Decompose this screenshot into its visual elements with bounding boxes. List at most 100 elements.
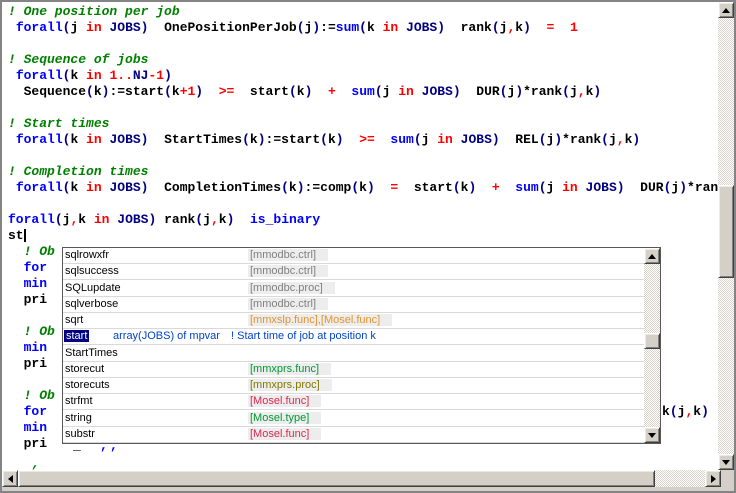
scroll-down-button[interactable] (718, 454, 734, 470)
autocomplete-item[interactable]: sqlrowxfr[mmodbc.ctrl] (63, 248, 644, 264)
autocomplete-item-label: sqrt (65, 314, 83, 326)
autocomplete-scrollbar[interactable] (644, 248, 660, 443)
left-arrow-icon (8, 475, 13, 483)
code-token: k (250, 132, 258, 147)
code-token: in (398, 84, 414, 99)
code-token: , (211, 212, 219, 227)
autocomplete-item[interactable]: strfmt[Mosel.func] (63, 394, 644, 410)
code-token: :=start (266, 132, 321, 147)
autocomplete-item[interactable]: SQLupdate[mmodbc.proc] (63, 281, 644, 297)
code-token: pri (8, 436, 47, 451)
up-arrow-icon (722, 8, 730, 13)
autocomplete-item-label: StartTimes (65, 347, 118, 359)
code-token: k (289, 180, 297, 195)
code-token (312, 84, 328, 99)
code-token: forall (16, 20, 63, 35)
code-token: ( (562, 84, 570, 99)
code-token: k (297, 84, 305, 99)
code-token: j (570, 84, 578, 99)
autocomplete-item[interactable]: StartTimes (63, 346, 644, 362)
autocomplete-item-label: SQLupdate (65, 282, 121, 294)
scroll-left-button[interactable] (2, 470, 18, 487)
code-token: k (359, 180, 367, 195)
code-token: k (693, 404, 701, 419)
autocomplete-item[interactable]: sqrt [mmxslp.func],[Mosel.func] (63, 313, 644, 329)
code-token (500, 180, 516, 195)
autocomplete-item-module-annotation: [mmxslp.func],[Mosel.func] (248, 314, 392, 326)
code-token: rank (156, 212, 195, 227)
code-token: ) (258, 132, 266, 147)
code-token: StartTimes (148, 132, 242, 147)
code-token: ( (164, 84, 172, 99)
window-border (0, 0, 736, 2)
code-token: -1 (148, 68, 164, 83)
autocomplete-item[interactable]: string[Mosel.type] (63, 411, 644, 427)
code-token: ! Completion times (8, 164, 148, 179)
autocomplete-item-module-annotation: [mmodbc.ctrl] (248, 249, 328, 261)
code-token: ) (195, 84, 203, 99)
autocomplete-item[interactable]: storecuts [mmxprs.proc] (63, 378, 644, 394)
code-token: ) (336, 132, 344, 147)
code-line: forall(k in JOBS) StartTimes(k):=start(k… (8, 132, 640, 148)
autocomplete-item-module-annotation: [Mosel.func] (248, 428, 321, 440)
code-token: pri (8, 356, 47, 371)
code-token (336, 84, 352, 99)
code-token: + (492, 180, 500, 195)
scroll-right-button[interactable] (705, 470, 721, 487)
scroll-up-button[interactable] (718, 2, 734, 18)
code-token: ( (86, 84, 94, 99)
code-token (234, 212, 250, 227)
code-token: ( (670, 404, 678, 419)
code-token: , (617, 132, 625, 147)
autocomplete-scrollbar-thumb[interactable] (644, 333, 660, 349)
autocomplete-item-module-annotation: [mmodbc.ctrl] (248, 298, 328, 310)
code-token: st (8, 228, 24, 243)
code-token (375, 132, 391, 147)
code-line: for (8, 260, 47, 276)
code-token: in (86, 180, 102, 195)
code-token: forall (16, 68, 63, 83)
code-token: k (70, 132, 86, 147)
code-line: min (8, 276, 47, 292)
code-token: j (547, 180, 563, 195)
text-cursor (24, 229, 26, 242)
code-token: JOBS) (117, 212, 156, 227)
autocomplete-item-label: storecuts (65, 379, 110, 391)
autocomplete-item[interactable]: startarray(JOBS) of mpvar! Start time of… (63, 329, 644, 345)
code-line: st (8, 228, 24, 244)
code-token: ( (351, 180, 359, 195)
autocomplete-scroll-down-button[interactable] (644, 427, 660, 443)
code-token (8, 340, 24, 355)
vertical-scrollbar-thumb[interactable] (718, 185, 734, 278)
autocomplete-item-module-annotation: [mmxprs.proc] (248, 379, 332, 391)
code-token (203, 84, 219, 99)
code-token: in (94, 212, 110, 227)
code-token: sum (336, 20, 359, 35)
autocomplete-item-label: substr (65, 428, 95, 440)
code-line: forall(k in JOBS) CompletionTimes(k):=co… (8, 180, 718, 196)
code-token: sum (351, 84, 374, 99)
autocomplete-item[interactable]: storecut[mmxprs.func] (63, 362, 644, 378)
code-token: k (328, 132, 336, 147)
code-token: ! One position per job (8, 4, 180, 19)
code-token: k (515, 20, 523, 35)
scrollbar-corner (721, 470, 734, 487)
code-token: JOBS) (586, 180, 625, 195)
autocomplete-scroll-up-button[interactable] (644, 248, 660, 264)
code-token: ) (701, 404, 709, 419)
code-token: DUR (461, 84, 500, 99)
autocomplete-item[interactable]: sqlsuccess[mmodbc.ctrl] (63, 264, 644, 280)
autocomplete-item[interactable]: substr [Mosel.func] (63, 427, 644, 443)
code-token: ( (195, 212, 203, 227)
code-token: for (24, 260, 47, 275)
autocomplete-item[interactable]: sqlverbose[mmodbc.ctrl] (63, 297, 644, 313)
code-token: ) (312, 20, 320, 35)
code-token: ( (539, 180, 547, 195)
horizontal-scrollbar-thumb[interactable] (18, 470, 655, 487)
code-token: j (422, 132, 438, 147)
code-token: ! Ob (8, 244, 55, 259)
code-token: Sequence (8, 84, 86, 99)
vertical-scrollbar[interactable] (718, 2, 734, 470)
autocomplete-list: sqlrowxfr[mmodbc.ctrl]sqlsuccess[mmodbc.… (63, 248, 644, 443)
horizontal-scrollbar[interactable] (2, 470, 721, 487)
